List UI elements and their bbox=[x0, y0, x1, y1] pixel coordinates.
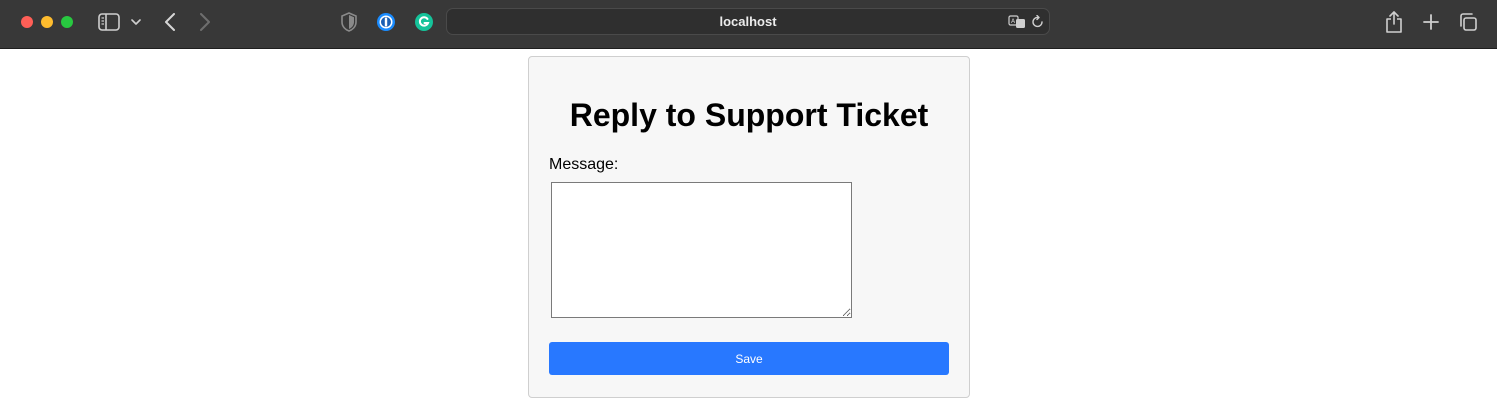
save-button[interactable]: Save bbox=[549, 342, 949, 375]
tabs-overview-icon[interactable] bbox=[1457, 11, 1479, 33]
message-label: Message: bbox=[549, 156, 619, 173]
sidebar-icon[interactable] bbox=[98, 12, 120, 32]
new-tab-icon[interactable] bbox=[1421, 11, 1441, 33]
page-title: Reply to Support Ticket bbox=[569, 97, 929, 133]
reply-form-card: Reply to Support Ticket Message: Save bbox=[528, 56, 970, 398]
shield-icon[interactable] bbox=[339, 11, 359, 33]
browser-toolbar: localhost A bbox=[0, 0, 1497, 49]
close-window-button[interactable] bbox=[21, 16, 33, 28]
back-icon[interactable] bbox=[160, 11, 180, 33]
zoom-window-button[interactable] bbox=[61, 16, 73, 28]
share-icon[interactable] bbox=[1383, 9, 1405, 35]
translate-icon[interactable]: A bbox=[1007, 13, 1027, 31]
message-textarea[interactable] bbox=[551, 182, 852, 318]
address-text: localhost bbox=[719, 14, 777, 29]
forward-icon[interactable] bbox=[195, 11, 215, 33]
chevron-down-icon[interactable] bbox=[130, 14, 142, 30]
onepassword-icon[interactable] bbox=[375, 11, 397, 33]
svg-text:A: A bbox=[1011, 18, 1016, 25]
browser-window: localhost A Reply to Support Ticket Mess… bbox=[0, 0, 1497, 417]
minimize-window-button[interactable] bbox=[41, 16, 53, 28]
reload-icon[interactable] bbox=[1031, 14, 1045, 30]
address-bar[interactable]: localhost A bbox=[446, 8, 1050, 35]
grammarly-icon[interactable] bbox=[413, 11, 435, 33]
